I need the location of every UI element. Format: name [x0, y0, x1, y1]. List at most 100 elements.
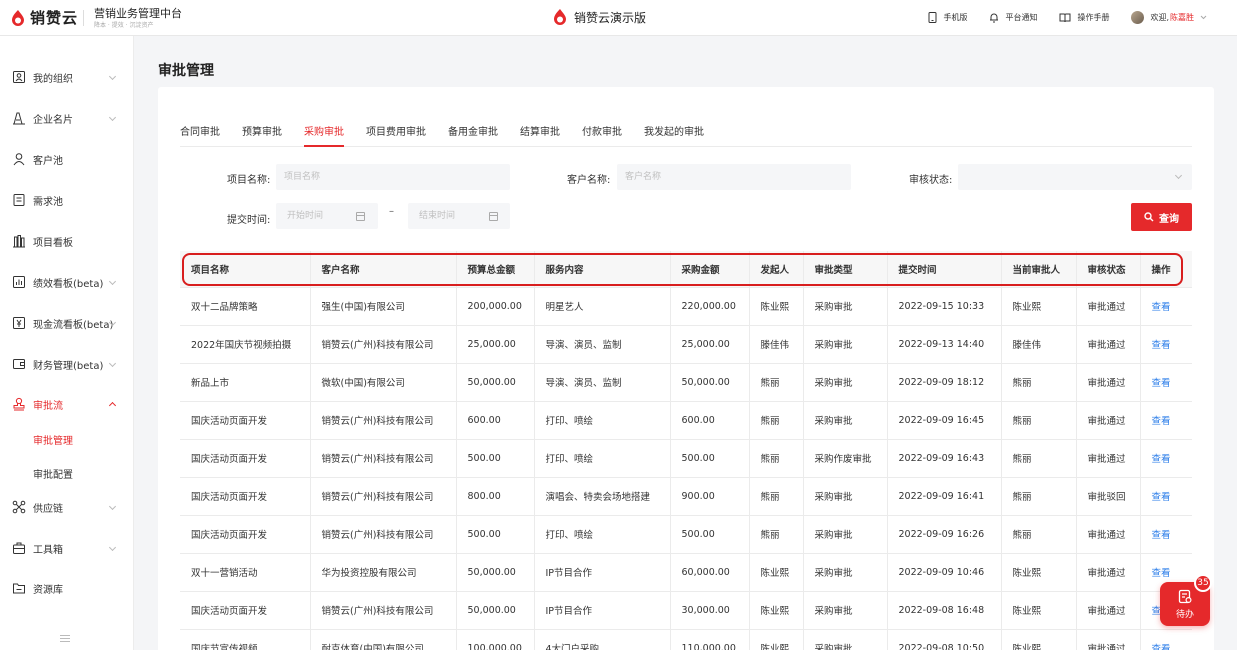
- project-name-input[interactable]: [276, 164, 510, 190]
- view-link[interactable]: 查看: [1140, 325, 1192, 364]
- bell-icon: [990, 13, 999, 23]
- brand-title: 营销业务管理中台: [94, 7, 182, 20]
- submit-time-label: 提交时间:: [227, 215, 271, 226]
- table-row: 2022年国庆节视频拍摄 销赞云(广州)科技有限公司 25,000.00 导演、演员、…: [180, 325, 1192, 364]
- sidebar-item-customer-pool[interactable]: 客户池: [0, 147, 134, 171]
- table-cell: 25,000.00: [670, 325, 750, 364]
- center-logo-icon: [554, 9, 566, 25]
- table-cell: 耐克体育(中国)有限公司: [310, 629, 457, 650]
- chevron-down-icon: [108, 113, 117, 122]
- supply-icon: [12, 500, 26, 514]
- column-header: 服务内容: [534, 251, 671, 288]
- tab-settlement-approval[interactable]: 结算审批: [520, 123, 560, 147]
- sidebar-item-organization[interactable]: 我的组织: [0, 65, 134, 89]
- calendar-icon: [356, 212, 365, 221]
- sidebar-item-performance-board[interactable]: 绩效看板(beta): [0, 270, 134, 294]
- logo[interactable]: 销赞云: [10, 7, 78, 28]
- mobile-version-label: 手机版: [943, 13, 968, 22]
- tab-contract-approval[interactable]: 合同审批: [180, 123, 220, 147]
- review-status-select[interactable]: [958, 164, 1192, 190]
- mobile-version-link[interactable]: 手机版: [928, 12, 967, 23]
- tab-payment-approval[interactable]: 付款审批: [582, 123, 622, 147]
- sidebar-item-label: 审批流: [33, 400, 63, 412]
- table-cell: 审批通过: [1076, 401, 1141, 440]
- tab-project-expense-approval[interactable]: 项目费用审批: [366, 123, 426, 147]
- table-cell: 导演、演员、监制: [534, 325, 671, 364]
- sidebar-subitem-approval-config[interactable]: 审批配置: [33, 466, 73, 481]
- approval-tabs: 合同审批 预算审批 采购审批 项目费用审批 备用金审批 结算审批 付款审批 我发…: [180, 123, 1192, 147]
- column-header: 操作: [1140, 251, 1192, 288]
- column-header: 提交时间: [887, 251, 1002, 288]
- table-cell: 陈业熙: [1001, 553, 1077, 592]
- table-cell: 熊丽: [1001, 515, 1077, 554]
- sidebar-item-label: 工具箱: [33, 544, 63, 556]
- table-cell: IP节目合作: [534, 553, 671, 592]
- toolbox-icon: [13, 542, 25, 554]
- table-cell: 销赞云(广州)科技有限公司: [310, 439, 457, 478]
- sidebar-item-toolbox[interactable]: 工具箱: [0, 536, 134, 560]
- center-title: 销赞云演示版: [552, 8, 646, 26]
- sidebar-item-resource-library[interactable]: 资源库: [0, 576, 134, 600]
- table-cell: 陈业熙: [1001, 629, 1077, 650]
- sidebar-item-finance[interactable]: 财务管理(beta): [0, 352, 134, 376]
- table-cell: 销赞云(广州)科技有限公司: [310, 325, 457, 364]
- view-link[interactable]: 查看: [1140, 401, 1192, 440]
- table-row: 国庆活动页面开发 销赞云(广州)科技有限公司 800.00 演唱会、特卖会场地搭建 90…: [180, 477, 1192, 516]
- table-cell: 500.00: [670, 439, 750, 478]
- notification-label: 平台通知: [1005, 13, 1038, 22]
- table-cell: 采购审批: [803, 325, 888, 364]
- column-header: 项目名称: [180, 251, 311, 288]
- table-cell: 审批驳回: [1076, 477, 1141, 516]
- sidebar-item-project-board[interactable]: 项目看板: [0, 229, 134, 253]
- sidebar-item-cashflow-board[interactable]: 现金流看板(beta): [0, 311, 134, 335]
- view-link[interactable]: 查看: [1140, 287, 1192, 326]
- view-link[interactable]: 查看: [1140, 363, 1192, 402]
- chevron-up-icon: [108, 401, 117, 410]
- todo-button[interactable]: 待办 35: [1160, 574, 1212, 626]
- column-header: 发起人: [749, 251, 804, 288]
- table-cell: 审批通过: [1076, 553, 1141, 592]
- sidebar-collapse-icon[interactable]: [60, 635, 70, 642]
- table-cell: 审批通过: [1076, 325, 1141, 364]
- tab-my-initiated-approval[interactable]: 我发起的审批: [644, 123, 704, 147]
- view-link[interactable]: 查看: [1140, 515, 1192, 554]
- table-row: 双十二品牌策略 强生(中国)有限公司 200,000.00 明星艺人 220,000.0…: [180, 287, 1192, 326]
- view-link[interactable]: 查看: [1140, 629, 1192, 650]
- table-row: 国庆活动页面开发 销赞云(广州)科技有限公司 600.00 打印、喷绘 600.00 熊丽…: [180, 401, 1192, 440]
- table-cell: 销赞云(广州)科技有限公司: [310, 515, 457, 554]
- stamp-icon: [13, 397, 25, 411]
- query-button[interactable]: 查询: [1131, 203, 1192, 231]
- sidebar-subitem-approval-management[interactable]: 审批管理: [33, 432, 73, 447]
- sidebar-item-business-card[interactable]: 企业名片: [0, 106, 134, 130]
- table-cell: 50,000.00: [456, 591, 535, 630]
- notification-link[interactable]: 平台通知: [989, 12, 1037, 23]
- sidebar-item-approval-flow[interactable]: 审批流: [0, 392, 134, 416]
- table-cell: 采购审批: [803, 401, 888, 440]
- sidebar-item-label: 现金流看板(beta): [33, 319, 114, 331]
- table-cell: 采购审批: [803, 515, 888, 554]
- welcome-text: 欢迎,: [1150, 13, 1169, 22]
- sidebar-item-demand-pool[interactable]: 需求池: [0, 188, 134, 212]
- table-cell: 明星艺人: [534, 287, 671, 326]
- table-cell: 25,000.00: [456, 325, 535, 364]
- tab-budget-approval[interactable]: 预算审批: [242, 123, 282, 147]
- book-icon: [1059, 13, 1071, 22]
- table-cell: 500.00: [670, 515, 750, 554]
- doc-icon: [13, 194, 25, 206]
- view-link[interactable]: 查看: [1140, 477, 1192, 516]
- table-cell: 销赞云(广州)科技有限公司: [310, 477, 457, 516]
- table-cell: 110,000.00: [670, 629, 750, 650]
- view-link[interactable]: 查看: [1140, 439, 1192, 478]
- column-header: 预算总金额: [456, 251, 535, 288]
- table-cell: 陈业熙: [749, 287, 804, 326]
- user-menu[interactable]: 欢迎, 陈嘉胜: [1131, 11, 1207, 24]
- table-cell: 熊丽: [1001, 401, 1077, 440]
- table-cell: 陈业熙: [749, 591, 804, 630]
- sidebar-item-label: 绩效看板(beta): [33, 278, 104, 290]
- search-icon: [1144, 212, 1154, 222]
- tab-petty-cash-approval[interactable]: 备用金审批: [448, 123, 498, 147]
- tab-purchase-approval[interactable]: 采购审批: [304, 123, 344, 147]
- manual-link[interactable]: 操作手册: [1059, 12, 1109, 23]
- sidebar-item-supply-chain[interactable]: 供应链: [0, 495, 134, 519]
- customer-name-input[interactable]: [617, 164, 851, 190]
